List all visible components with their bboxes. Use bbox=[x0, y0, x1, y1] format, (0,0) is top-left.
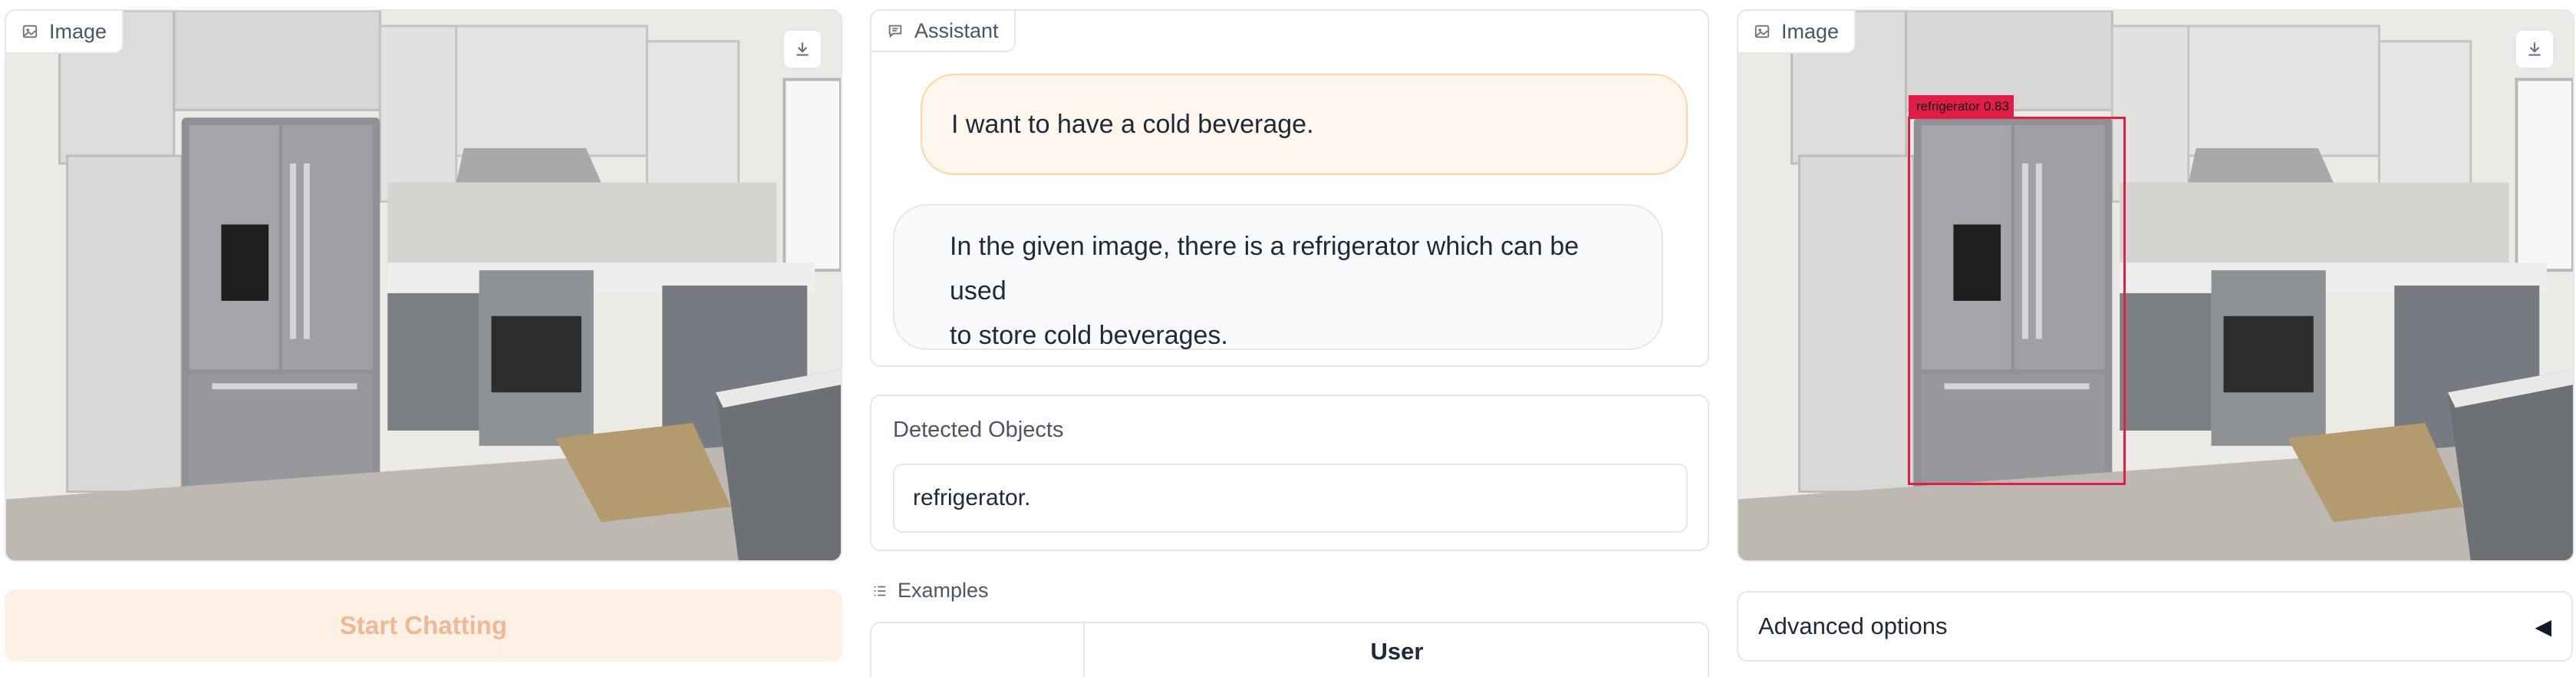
detected-objects-label: Detected Objects bbox=[893, 418, 1064, 442]
annotated-kitchen-image bbox=[1738, 11, 2573, 560]
assistant-message: In the given image, there is a refrigera… bbox=[893, 204, 1663, 350]
examples-table-column-1 bbox=[871, 623, 1085, 677]
detection-bounding-box bbox=[1908, 117, 2126, 485]
assistant-message-line-1: In the given image, there is a refrigera… bbox=[950, 232, 1580, 305]
output-image-label: Image bbox=[1738, 11, 1856, 54]
output-image-panel[interactable]: Image bbox=[1737, 9, 2574, 562]
assistant-label: Assistant bbox=[871, 11, 1016, 52]
chat-icon bbox=[888, 25, 902, 38]
output-download-button[interactable] bbox=[2515, 29, 2555, 69]
image-icon bbox=[22, 25, 38, 38]
detected-objects-panel: Detected Objects refrigerator. bbox=[870, 395, 1709, 551]
collapse-toggle-icon[interactable]: ◀ bbox=[2535, 614, 2551, 639]
user-message: I want to have a cold beverage. bbox=[921, 74, 1688, 175]
detection-label: refrigerator 0.83 bbox=[1909, 95, 2014, 118]
output-image-label-text: Image bbox=[1781, 19, 1840, 43]
download-icon bbox=[2528, 42, 2541, 56]
assistant-label-text: Assistant bbox=[914, 18, 999, 42]
assistant-message-line-2: to store cold beverages. bbox=[950, 321, 1228, 350]
advanced-options-label: Advanced options bbox=[1758, 613, 1948, 639]
examples-table[interactable]: User bbox=[870, 622, 1709, 677]
detected-objects-field[interactable]: refrigerator. bbox=[893, 464, 1688, 533]
download-icon bbox=[796, 42, 809, 56]
input-download-button[interactable] bbox=[782, 29, 822, 69]
examples-label: Examples bbox=[871, 579, 989, 603]
start-chatting-button[interactable]: Start Chatting bbox=[5, 589, 842, 662]
user-message-text: I want to have a cold beverage. bbox=[951, 110, 1314, 139]
chat-panel: Assistant I want to have a cold beverage… bbox=[870, 9, 1709, 367]
input-image-label-text: Image bbox=[49, 19, 107, 43]
image-icon bbox=[1754, 25, 1770, 38]
advanced-options-accordion[interactable]: Advanced options ◀ bbox=[1737, 591, 2573, 662]
input-image-panel[interactable]: Image bbox=[5, 9, 842, 562]
examples-table-header-user[interactable]: User bbox=[1086, 623, 1708, 677]
list-icon bbox=[874, 586, 886, 596]
input-image-label: Image bbox=[6, 11, 124, 54]
examples-label-text: Examples bbox=[898, 579, 989, 602]
kitchen-image bbox=[6, 11, 841, 560]
